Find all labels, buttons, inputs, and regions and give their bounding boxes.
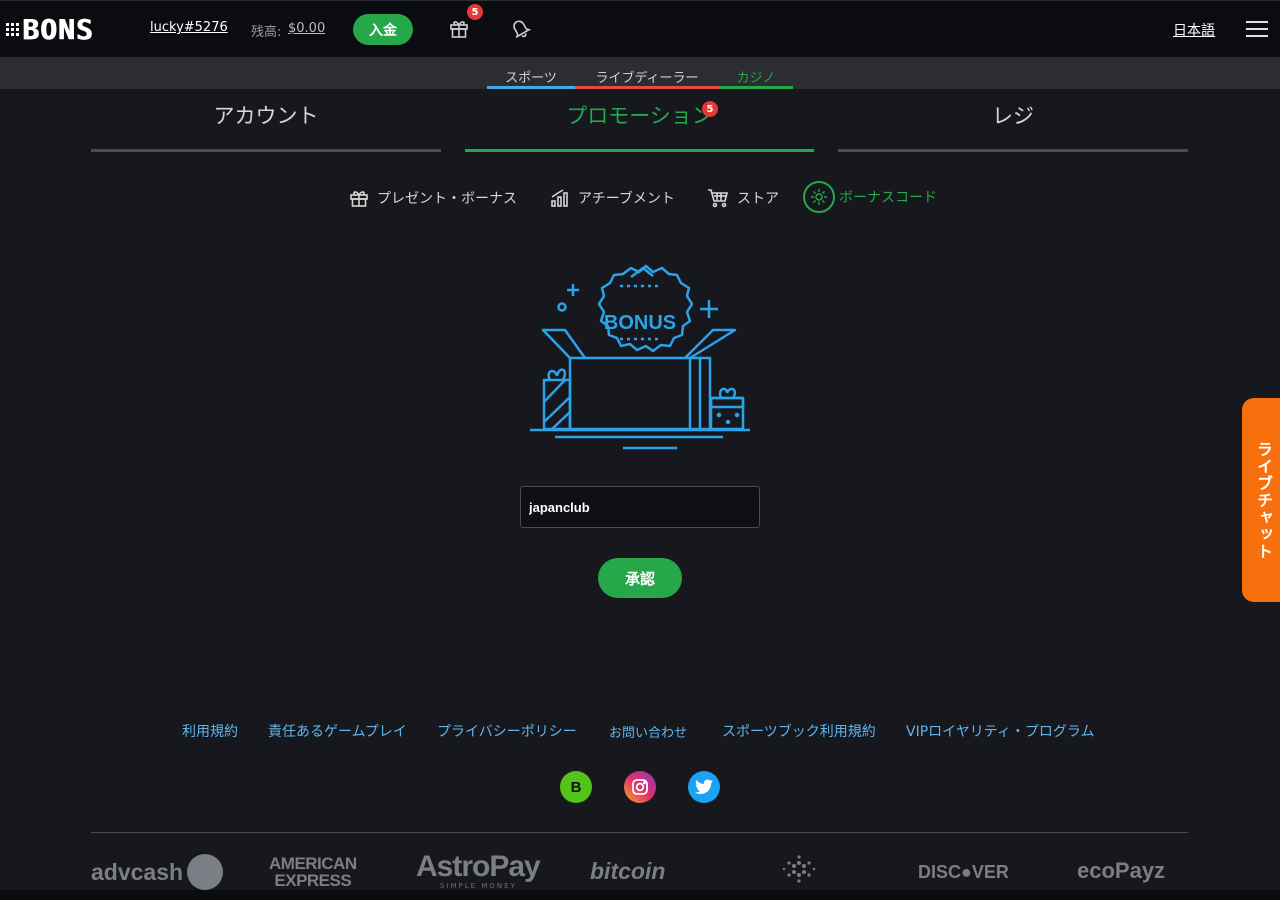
balance-label: 残高: [251, 25, 282, 40]
subtab-present-bonus[interactable]: プレゼント・ボーナス [349, 186, 517, 210]
logo-dots-icon [6, 22, 19, 36]
bitcoin-logo: bitcoin [590, 858, 666, 884]
footer-divider [91, 832, 1188, 833]
discover-logo: DISC●VER [918, 862, 1009, 882]
amex-logo: AMERICAN EXPRESS [269, 855, 357, 889]
subtab-bonus-code[interactable]: ボーナスコード [803, 181, 937, 213]
subtab-achievement[interactable]: アチーブメント [550, 186, 675, 210]
tab-promotion-label: プロモーション [566, 104, 713, 128]
gift-icon[interactable] [448, 17, 470, 39]
live-chat-label: ライブチャット [1254, 440, 1273, 560]
instagram-icon[interactable] [624, 771, 656, 803]
gift-badge: 5 [467, 4, 483, 20]
category-casino[interactable]: カジノ [719, 67, 793, 89]
subtab-store[interactable]: ストア [707, 186, 779, 210]
tab-account-label: アカウント [213, 104, 319, 128]
category-live-dealer[interactable]: ライブディーラー [575, 67, 719, 89]
tab-account[interactable]: アカウント [91, 100, 441, 152]
ecopayz-logo: ecoPayz [1077, 858, 1166, 883]
bell-icon[interactable] [509, 17, 532, 39]
category-nav: スポーツ ライブディーラー カジノ [0, 57, 1280, 89]
menu-icon[interactable] [1246, 21, 1268, 38]
cart-icon [708, 189, 729, 208]
subtab-achievement-label: アチーブメント [578, 191, 675, 207]
gift-icon [350, 191, 368, 207]
amex-line1: AMERICAN [269, 854, 357, 873]
astropay-logo: AstroPay [416, 850, 541, 883]
bottom-bar [0, 890, 1280, 900]
bonus-code-icon [803, 181, 835, 213]
footer-link-sportsbook-terms[interactable]: スポーツブック利用規約 [722, 721, 876, 741]
astropay-tagline: SIMPLE MONEY [440, 882, 517, 890]
subtab-store-label: ストア [737, 191, 779, 207]
logo[interactable]: BONS [6, 12, 94, 46]
tab-cashier[interactable]: レジ [838, 100, 1188, 152]
advcash-label: advcash [91, 859, 184, 886]
bonus-box-illustration: BONUS [525, 262, 755, 456]
live-chat-tab[interactable]: ライブチャット [1242, 398, 1280, 602]
tab-cashier-label: レジ [992, 104, 1034, 128]
approve-button[interactable]: 承認 [598, 558, 682, 598]
promotion-badge: 5 [702, 101, 718, 117]
cardano-icon [782, 855, 816, 883]
bonus-text: BONUS [604, 312, 676, 334]
top-bar: BONS lucky#5276 残高: $0.00 入金 5 日本語 [0, 0, 1280, 57]
footer-link-vip[interactable]: VIPロイヤリティ・プログラム [906, 721, 1094, 741]
footer-link-contact[interactable]: お問い合わせ [609, 722, 687, 741]
bar-chart-icon [551, 189, 568, 207]
amex-line2: EXPRESS [274, 871, 352, 890]
category-sports[interactable]: スポーツ [487, 67, 575, 89]
advcash-mark-icon [187, 854, 224, 890]
footer-link-terms[interactable]: 利用規約 [182, 721, 238, 741]
tab-promotion[interactable]: プロモーション [465, 100, 814, 152]
category-live-dealer-label: ライブディーラー [595, 71, 699, 86]
subtab-present-bonus-label: プレゼント・ボーナス [377, 191, 517, 207]
balance-value[interactable]: $0.00 [288, 21, 325, 36]
twitter-icon[interactable] [688, 771, 720, 803]
bonus-code-input[interactable] [520, 486, 760, 528]
subtab-bonus-code-label: ボーナスコード [839, 190, 937, 206]
category-casino-label: カジノ [736, 71, 776, 86]
svg-text:B: B [571, 779, 582, 796]
footer-link-responsible-gaming[interactable]: 責任あるゲームプレイ [268, 721, 407, 741]
footer-links: 利用規約 責任あるゲームプレイ プライバシーポリシー お問い合わせ スポーツブッ… [0, 721, 1280, 741]
username-link[interactable]: lucky#5276 [150, 20, 228, 35]
advcash-logo: advcash [91, 854, 224, 892]
logo-text: BONS [22, 12, 94, 46]
bons-icon[interactable]: B [560, 771, 592, 803]
category-sports-label: スポーツ [505, 71, 557, 86]
deposit-button[interactable]: 入金 [353, 14, 413, 45]
language-selector[interactable]: 日本語 [1173, 20, 1215, 40]
footer-link-privacy[interactable]: プライバシーポリシー [437, 721, 577, 741]
